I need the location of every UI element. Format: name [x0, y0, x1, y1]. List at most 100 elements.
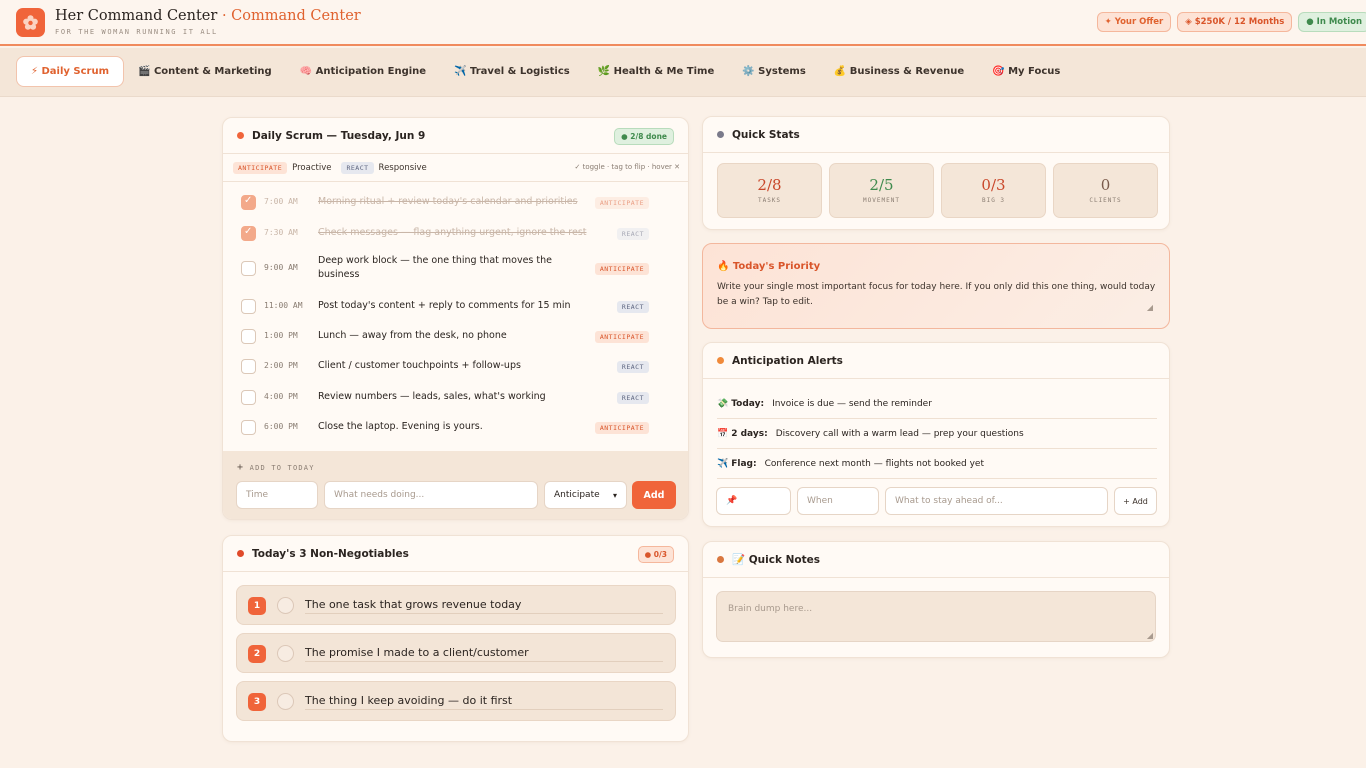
calendar-icon: 📅	[717, 428, 729, 439]
tab-anticipation-engine[interactable]: 🧠 Anticipation Engine	[286, 56, 440, 87]
your-offer-pill[interactable]: ✦ Your Offer	[1096, 12, 1172, 32]
task-checkbox[interactable]	[241, 261, 256, 276]
task-legend: ANTICIPATE Proactive REACT Responsive ✓ …	[223, 154, 688, 182]
alerts-title: Anticipation Alerts	[732, 354, 843, 367]
task-text[interactable]: Lunch — away from the desk, no phone	[318, 329, 563, 343]
alert-item[interactable]: ✈️ Flag: Conference next month — flights…	[717, 449, 1157, 479]
task-text[interactable]: Post today's content + reply to comments…	[318, 299, 583, 313]
notes-header: 📝 Quick Notes	[703, 542, 1169, 578]
daily-scrum-card: Daily Scrum — Tuesday, Jun 9 ● 2/8 done …	[222, 117, 689, 520]
task-tag[interactable]: ANTICIPATE	[594, 422, 649, 434]
resize-handle-icon[interactable]: ◢	[1147, 303, 1153, 312]
stat-label: BIG 3	[981, 197, 1006, 204]
task-text-input[interactable]: What needs doing...	[324, 481, 538, 509]
notes-title: 📝 Quick Notes	[732, 554, 820, 566]
task-checkbox[interactable]	[241, 299, 256, 314]
task-time: 11:00 AM	[264, 301, 303, 310]
item-number: 1	[248, 597, 266, 615]
todays-priority-card[interactable]: 🔥 Today's Priority Write your single mos…	[702, 243, 1170, 329]
tab-my-focus[interactable]: 🎯 My Focus	[978, 56, 1074, 87]
quick-stats-header: Quick Stats	[703, 117, 1169, 153]
item-text[interactable]: The promise I made to a client/customer	[305, 646, 663, 662]
tab-content-marketing[interactable]: 🎬 Content & Marketing	[124, 56, 286, 87]
item-text[interactable]: The one task that grows revenue today	[305, 598, 663, 614]
task-checkbox[interactable]	[241, 420, 256, 435]
stat-movement: 2/5 MOVEMENT	[829, 163, 934, 218]
task-text[interactable]: Check messages — flag anything urgent, i…	[318, 226, 587, 240]
task-checkbox[interactable]	[241, 329, 256, 344]
add-task-section: + ADD TO TODAY Time What needs doing... …	[223, 451, 688, 519]
daily-scrum-title: Daily Scrum — Tuesday, Jun 9	[252, 129, 426, 142]
item-text[interactable]: The thing I keep avoiding — do it first	[305, 694, 663, 710]
tab-daily-scrum[interactable]: ⚡ Daily Scrum	[16, 56, 125, 87]
item-checkbox[interactable]	[277, 645, 294, 662]
task-text[interactable]: Morning ritual + review today's calendar…	[318, 195, 578, 209]
plus-icon: +	[237, 462, 245, 473]
task-time: 6:00 PM	[264, 422, 298, 431]
add-task-button[interactable]: Add	[632, 481, 676, 509]
task-row[interactable]: 7:00 AM Morning ritual + review today's …	[223, 195, 688, 210]
stat-clients: 0 CLIENTS	[1053, 163, 1158, 218]
task-text[interactable]: Review numbers — leads, sales, what's wo…	[318, 390, 563, 404]
task-row[interactable]: 9:00 AM Deep work block — the one thing …	[223, 254, 688, 282]
task-row[interactable]: 6:00 PM Close the laptop. Evening is you…	[223, 420, 688, 435]
alert-what-input[interactable]: What to stay ahead of...	[885, 487, 1108, 515]
task-checkbox[interactable]	[241, 226, 256, 241]
task-time: 7:30 AM	[264, 228, 298, 237]
task-checkbox[interactable]	[241, 359, 256, 374]
add-alert-button[interactable]: + Add	[1114, 487, 1157, 515]
alert-when-input[interactable]: When	[797, 487, 879, 515]
task-tag[interactable]: ANTICIPATE	[594, 331, 649, 343]
task-time-input[interactable]: Time	[236, 481, 318, 509]
legend-hint: ✓ toggle · tag to flip · hover ✕	[574, 163, 681, 171]
status-pill[interactable]: ● In Motion	[1298, 12, 1366, 32]
task-text[interactable]: Close the laptop. Evening is yours.	[318, 420, 563, 434]
app-subtitle: FOR THE WOMAN RUNNING IT ALL	[55, 28, 218, 36]
task-tag[interactable]: REACT	[616, 392, 649, 404]
task-row[interactable]: 7:30 AM Check messages — flag anything u…	[223, 226, 688, 241]
tab-travel-logistics[interactable]: ✈️ Travel & Logistics	[440, 56, 584, 87]
alert-item[interactable]: 📅 2 days: Discovery call with a warm lea…	[717, 419, 1157, 449]
tab-list: ⚡ Daily Scrum 🎬 Content & Marketing 🧠 An…	[16, 56, 1074, 87]
task-row[interactable]: 11:00 AM Post today's content + reply to…	[223, 299, 688, 314]
stat-value: 2/5	[869, 176, 894, 194]
task-text[interactable]: Client / customer touchpoints + follow-u…	[318, 359, 563, 373]
task-time: 9:00 AM	[264, 263, 298, 272]
task-tag[interactable]: ANTICIPATE	[594, 263, 649, 275]
task-row[interactable]: 4:00 PM Review numbers — leads, sales, w…	[223, 390, 688, 405]
task-row[interactable]: 1:00 PM Lunch — away from the desk, no p…	[223, 329, 688, 344]
resize-handle-icon[interactable]: ◢	[1147, 631, 1153, 640]
non-negotiable-item: 2 The promise I made to a client/custome…	[236, 633, 676, 673]
task-type-select[interactable]: Anticipate ▾	[544, 481, 627, 509]
task-checkbox[interactable]	[241, 390, 256, 405]
revenue-goal-pill[interactable]: ◈ $250K / 12 Months	[1177, 12, 1293, 32]
item-checkbox[interactable]	[277, 693, 294, 710]
priority-text[interactable]: Write your single most important focus f…	[717, 280, 1159, 310]
alert-text: Discovery call with a warm lead — prep y…	[775, 428, 1024, 439]
notes-textarea[interactable]: Brain dump here... ◢	[716, 591, 1156, 642]
task-tag[interactable]: REACT	[616, 228, 649, 240]
stat-label: MOVEMENT	[863, 197, 900, 204]
task-tag[interactable]: ANTICIPATE	[594, 197, 649, 209]
alert-icon-input[interactable]: 📌	[716, 487, 791, 515]
section-dot-icon	[717, 556, 724, 563]
tab-business-revenue[interactable]: 💰 Business & Revenue	[820, 56, 978, 87]
item-checkbox[interactable]	[277, 597, 294, 614]
notes-placeholder: Brain dump here...	[728, 604, 813, 614]
legend-anticipate-label: Proactive	[292, 162, 332, 173]
section-dot-icon	[717, 357, 724, 364]
tab-health-me-time[interactable]: 🌿 Health & Me Time	[584, 56, 729, 87]
alert-item[interactable]: 💸 Today: Invoice is due — send the remin…	[717, 389, 1157, 419]
stat-label: CLIENTS	[1089, 197, 1122, 204]
alert-when: 2 days:	[731, 428, 768, 439]
alert-when: Flag:	[731, 458, 757, 469]
task-tag[interactable]: REACT	[616, 301, 649, 313]
task-tag[interactable]: REACT	[616, 361, 649, 373]
tab-systems[interactable]: ⚙️ Systems	[728, 56, 820, 87]
alert-text: Invoice is due — send the reminder	[772, 398, 932, 409]
task-row[interactable]: 2:00 PM Client / customer touchpoints + …	[223, 359, 688, 374]
non-negotiables-title: Today's 3 Non-Negotiables	[252, 547, 409, 560]
section-dot-icon	[237, 550, 244, 557]
task-checkbox[interactable]	[241, 195, 256, 210]
task-text[interactable]: Deep work block — the one thing that mov…	[318, 254, 558, 282]
